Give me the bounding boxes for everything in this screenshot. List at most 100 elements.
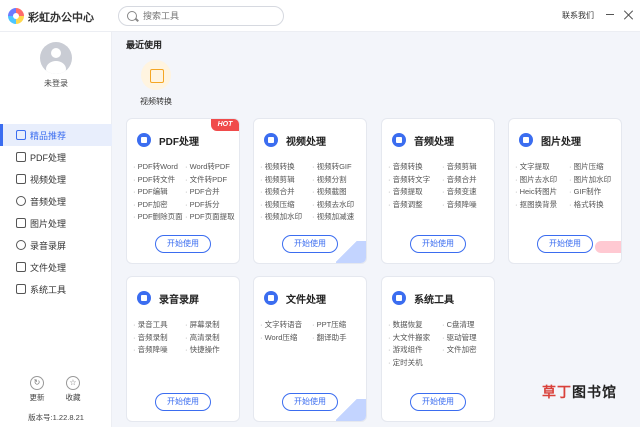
feature-item[interactable]: 音频提取	[388, 186, 430, 199]
feature-item[interactable]: 音频录制	[133, 332, 168, 345]
feature-item[interactable]: 音频剪辑	[442, 161, 477, 174]
feature-item[interactable]: PPT压缩	[312, 319, 347, 332]
avatar[interactable]	[40, 42, 72, 74]
feature-item[interactable]: Word压缩	[260, 332, 302, 345]
feature-item[interactable]: Word转PDF	[185, 161, 235, 174]
feature-item[interactable]: 快捷操作	[185, 344, 220, 357]
feature-item[interactable]: 屏幕录制	[185, 319, 220, 332]
feature-item[interactable]: PDF转Word	[133, 161, 183, 174]
update-button[interactable]: ↻ 更新	[22, 376, 52, 403]
sidebar-item-label: PDF处理	[30, 152, 67, 163]
card-title: 文件处理	[286, 294, 326, 306]
sidebar-item-label: 音频处理	[30, 196, 67, 207]
feature-list-right: C盘清理 驱动管理 文件加密	[442, 319, 477, 357]
record-icon	[137, 291, 151, 305]
feature-item[interactable]: PDF编辑	[133, 186, 183, 199]
feature-item[interactable]: PDF合并	[185, 186, 235, 199]
feature-item[interactable]: PDF删除页面	[133, 211, 183, 224]
feature-item[interactable]: PDF页面提取	[185, 211, 235, 224]
feature-item[interactable]: 驱动管理	[442, 332, 477, 345]
feature-item[interactable]: 视频压缩	[260, 199, 302, 212]
star-icon: ☆	[66, 376, 80, 390]
feature-item[interactable]: 音频调整	[388, 199, 430, 212]
update-icon: ↻	[30, 376, 44, 390]
card-title: PDF处理	[159, 136, 199, 148]
feature-item[interactable]: 视频加减速	[312, 211, 355, 224]
feature-item[interactable]: PDF拆分	[185, 199, 235, 212]
start-button[interactable]: 开始使用	[410, 235, 466, 253]
sidebar-item-audio[interactable]: 音频处理	[0, 190, 112, 212]
system-icon	[392, 291, 406, 305]
feature-item[interactable]: 游戏组件	[388, 344, 430, 357]
card-record: 录音录屏 录音工具 音频录制 音频降噪 屏幕录制 高清录制 快捷操作 开始使用	[126, 276, 240, 422]
feature-item[interactable]: 视频转GIF	[312, 161, 354, 174]
start-button[interactable]: 开始使用	[155, 393, 211, 411]
version-text: 版本号:1.22.8.21	[28, 413, 84, 422]
feature-item[interactable]: 数据恢复	[388, 319, 430, 332]
feature-item[interactable]: 音频降噪	[442, 199, 477, 212]
feature-item[interactable]: 音频转换	[388, 161, 430, 174]
feature-item[interactable]: 翻译助手	[312, 332, 347, 345]
feature-item[interactable]: 图片压缩	[569, 161, 611, 174]
feature-item[interactable]: 文件转PDF	[185, 174, 235, 187]
feature-item[interactable]: 视频去水印	[312, 199, 355, 212]
start-button[interactable]: 开始使用	[537, 235, 593, 253]
feature-item[interactable]: 录音工具	[133, 319, 168, 332]
sidebar-item-label: 系统工具	[30, 284, 67, 295]
feature-item[interactable]: 视频分割	[312, 174, 354, 187]
feature-item[interactable]: 视频截图	[312, 186, 354, 199]
start-button[interactable]: 开始使用	[155, 235, 211, 253]
feature-item[interactable]: 文字提取	[515, 161, 557, 174]
card-file: 文件处理 文字转语音 Word压缩 PPT压缩 翻译助手 开始使用	[253, 276, 367, 422]
feature-item[interactable]: GIF制作	[569, 186, 611, 199]
login-status[interactable]: 未登录	[0, 78, 112, 89]
sidebar-item-system[interactable]: 系统工具	[0, 278, 112, 300]
card-header: 图片处理	[519, 131, 581, 149]
sidebar-item-label: 视频处理	[30, 174, 67, 185]
start-button[interactable]: 开始使用	[282, 393, 338, 411]
feature-item[interactable]: 大文件搬家	[388, 332, 431, 345]
watermark-part1: 草丁	[542, 384, 572, 400]
minimize-icon[interactable]	[606, 14, 614, 15]
feature-item[interactable]: C盘清理	[442, 319, 477, 332]
sidebar-item-pdf[interactable]: PDF处理	[0, 146, 112, 168]
close-icon[interactable]	[624, 10, 634, 20]
pdf-icon	[137, 133, 151, 147]
feature-item[interactable]: PDF转文件	[133, 174, 183, 187]
feature-item[interactable]: 高清录制	[185, 332, 220, 345]
sidebar-item-image[interactable]: 图片处理	[0, 212, 112, 234]
feature-item[interactable]: 音频降噪	[133, 344, 168, 357]
card-header: 录音录屏	[137, 289, 199, 307]
feature-item[interactable]: 抠图换背景	[515, 199, 558, 212]
feature-item[interactable]: 文字转语音	[260, 319, 303, 332]
feature-item[interactable]: 视频剪辑	[260, 174, 302, 187]
sidebar-item-video[interactable]: 视频处理	[0, 168, 112, 190]
feature-item[interactable]: 音频变速	[442, 186, 477, 199]
record-icon	[16, 240, 26, 250]
feature-item[interactable]: 音频转文字	[388, 174, 431, 187]
favorite-button[interactable]: ☆ 收藏	[58, 376, 88, 403]
sidebar-item-file[interactable]: 文件处理	[0, 256, 112, 278]
feature-item[interactable]: 音频合并	[442, 174, 477, 187]
sidebar-item-label: 图片处理	[30, 218, 67, 229]
feature-item[interactable]: 视频合并	[260, 186, 302, 199]
sidebar-item-recommended[interactable]: 精品推荐	[0, 124, 112, 146]
sidebar-item-record[interactable]: 录音录屏	[0, 234, 112, 256]
feature-item[interactable]: PDF加密	[133, 199, 183, 212]
start-button[interactable]: 开始使用	[410, 393, 466, 411]
search-box[interactable]	[118, 6, 284, 26]
recent-item-video-convert[interactable]: 视频转换	[138, 60, 174, 106]
feature-item[interactable]: 图片去水印	[515, 174, 558, 187]
feature-item[interactable]: 图片加水印	[569, 174, 612, 187]
feature-item[interactable]: 格式转换	[569, 199, 611, 212]
feature-item[interactable]: 文件加密	[442, 344, 477, 357]
decoration	[336, 241, 366, 263]
search-icon	[127, 11, 137, 21]
feature-item[interactable]: 定时关机	[388, 357, 430, 370]
feature-item[interactable]: 视频转换	[260, 161, 302, 174]
contact-us-link[interactable]: 联系我们	[562, 10, 594, 21]
feature-item[interactable]: 视频加水印	[260, 211, 303, 224]
start-button[interactable]: 开始使用	[282, 235, 338, 253]
feature-item[interactable]: Heic转图片	[515, 186, 558, 199]
search-input[interactable]	[143, 9, 273, 23]
